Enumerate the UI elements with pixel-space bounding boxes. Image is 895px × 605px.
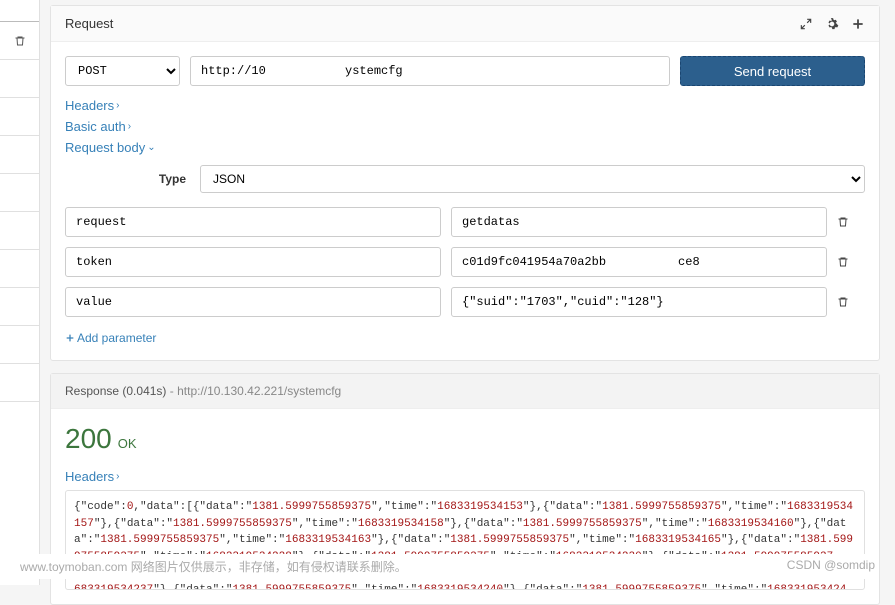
response-headers-toggle[interactable]: Headers › [65,469,119,484]
rail-item[interactable] [0,288,39,326]
status-code: 200 OK [65,423,865,455]
param-key-input[interactable] [65,247,441,277]
param-value-input[interactable] [451,207,827,237]
type-label: Type [65,172,200,186]
request-panel: Request POST Send request [50,5,880,361]
expand-icon[interactable] [799,17,813,31]
param-value-input[interactable] [451,287,827,317]
rail-item[interactable] [0,174,39,212]
rail-item[interactable] [0,250,39,288]
chevron-right-icon: › [128,121,131,132]
method-select[interactable]: POST [65,56,180,86]
param-value-input[interactable] [451,247,827,277]
footer-left: www.toymoban.com 网络图片仅供展示，非存储，如有侵权请联系删除。 [20,558,407,575]
chevron-down-icon: ⌄ [147,142,155,153]
rail-item[interactable] [0,136,39,174]
gear-icon[interactable] [825,17,839,31]
status-text: OK [118,436,137,451]
delete-param-button[interactable] [837,216,865,228]
delete-param-button[interactable] [837,256,865,268]
rail-item[interactable] [0,326,39,364]
rail-item[interactable] [0,212,39,250]
param-row [65,247,865,277]
response-header: Response (0.041s) - http://10.130.42.221… [51,374,879,409]
add-parameter-button[interactable]: Add parameter [65,331,156,345]
request-title: Request [65,16,113,31]
chevron-right-icon: › [116,100,119,111]
plus-icon[interactable] [851,17,865,31]
rail-item[interactable] [0,98,39,136]
request-body-toggle[interactable]: Request body⌄ [65,140,156,155]
headers-toggle[interactable]: Headers › [65,98,119,113]
delete-param-button[interactable] [837,296,865,308]
rail-item[interactable] [0,364,39,402]
footer-right: CSDN @somdip [787,558,875,575]
rail-trash[interactable] [0,22,39,60]
param-row [65,207,865,237]
param-key-input[interactable] [65,287,441,317]
url-input[interactable] [190,56,670,86]
request-panel-header: Request [51,6,879,42]
chevron-right-icon: › [116,471,119,482]
body-type-select[interactable]: JSON [200,165,865,193]
basic-auth-toggle[interactable]: Basic auth › [65,119,131,134]
footer: www.toymoban.com 网络图片仅供展示，非存储，如有侵权请联系删除。… [20,554,875,579]
left-rail [0,0,40,585]
param-key-input[interactable] [65,207,441,237]
send-request-button[interactable]: Send request [680,56,865,86]
rail-top [0,0,39,22]
rail-item[interactable] [0,60,39,98]
param-row [65,287,865,317]
